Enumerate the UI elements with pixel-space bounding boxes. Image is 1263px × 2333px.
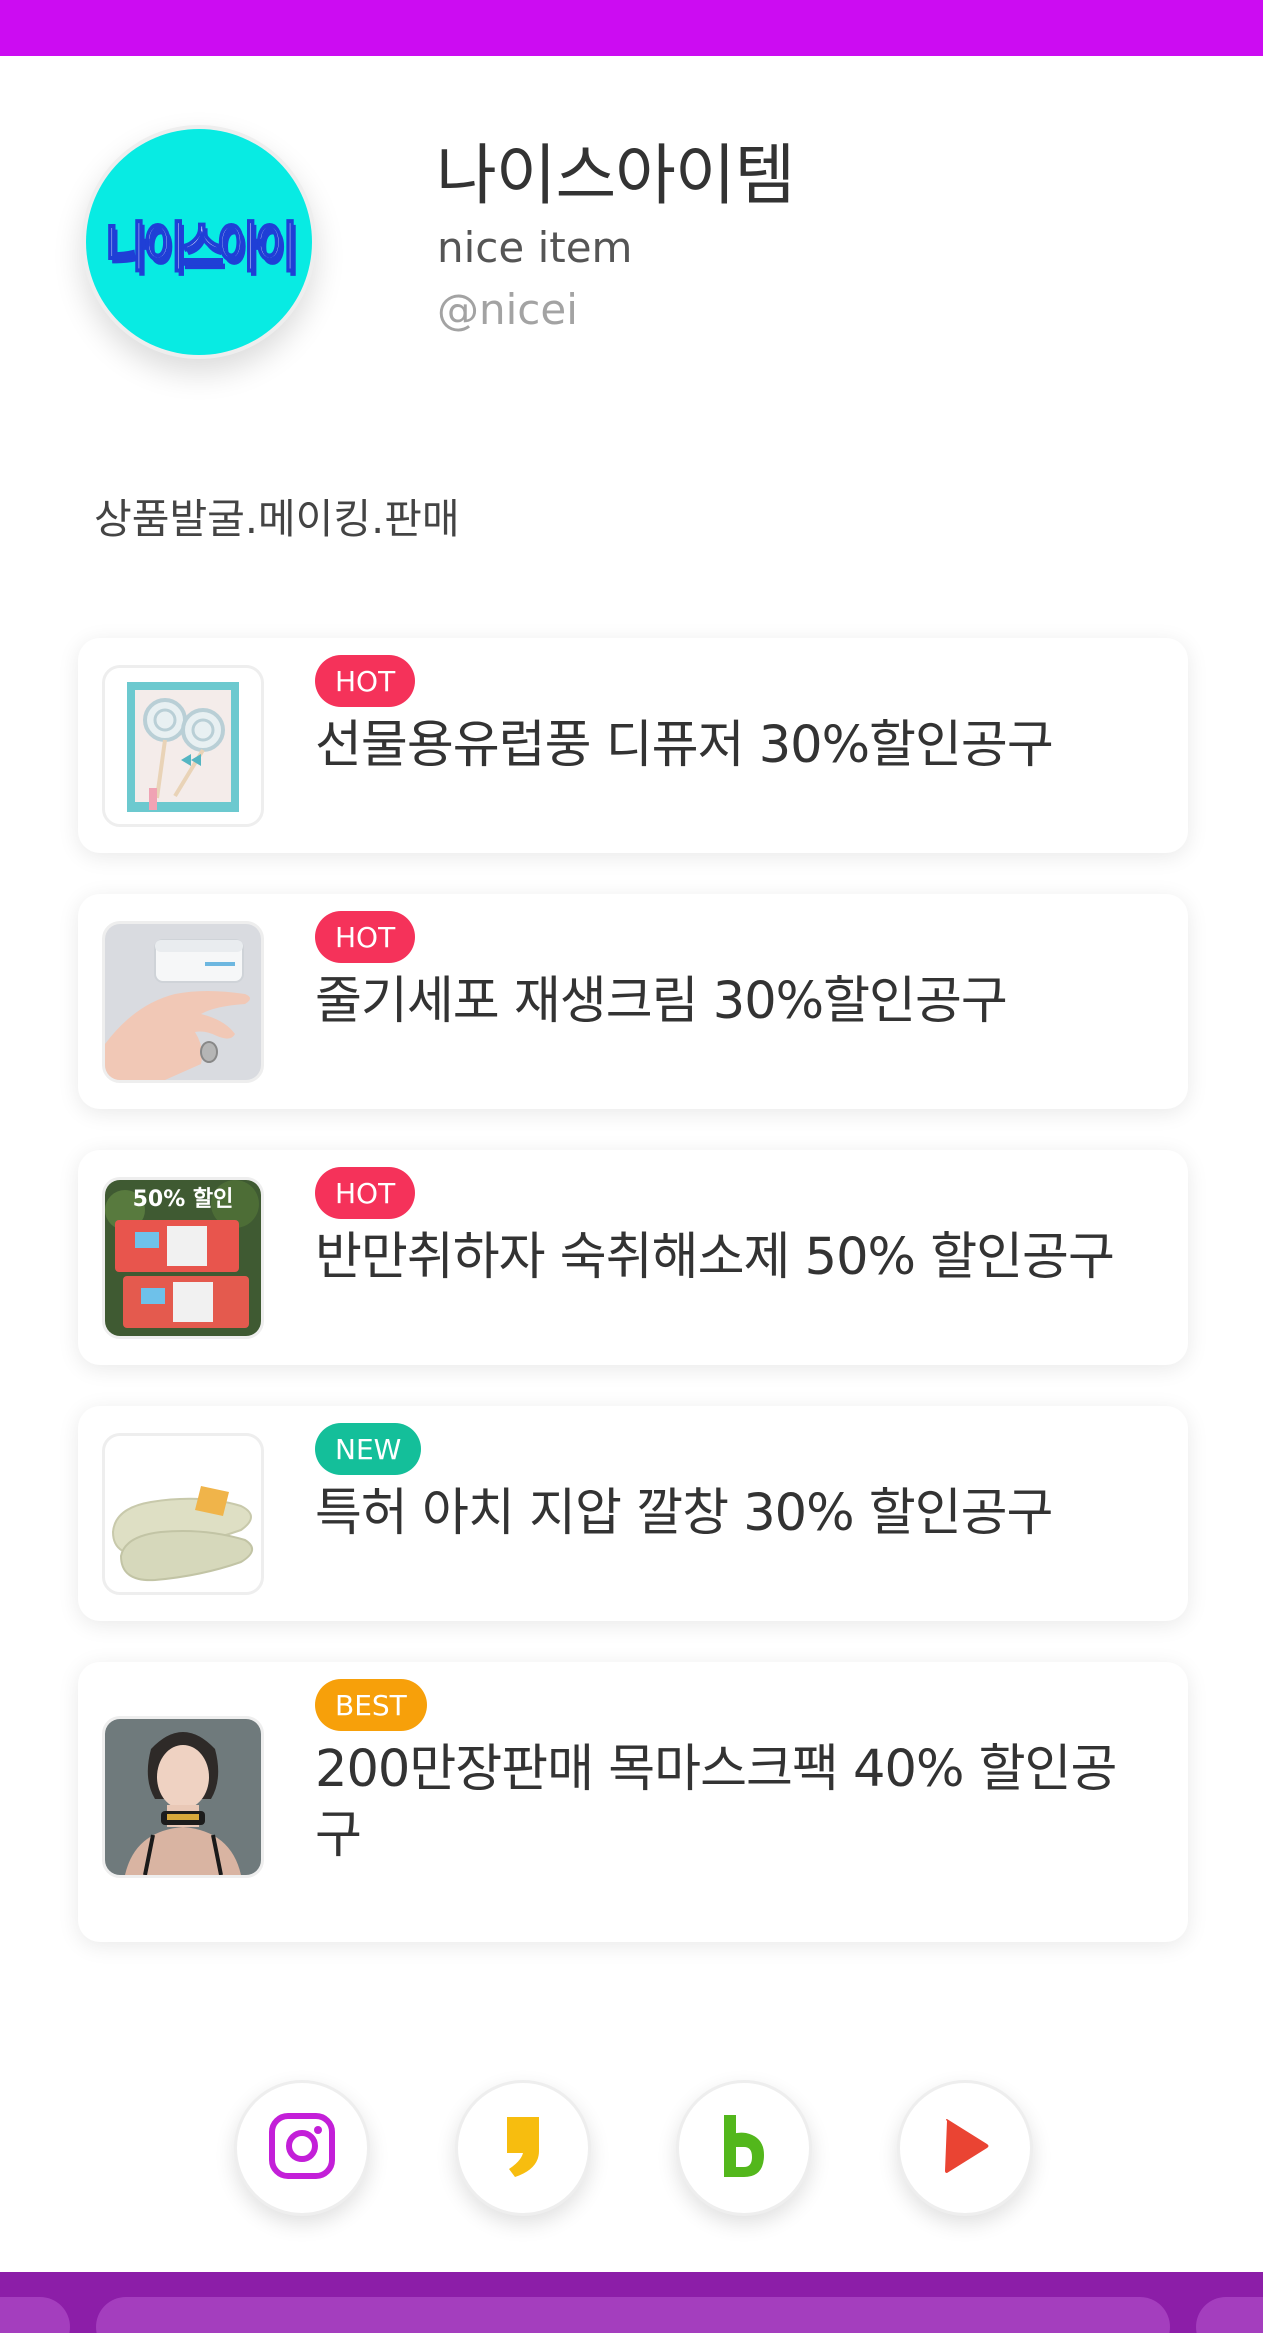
discount-overlay-text: 50% 할인 xyxy=(133,1187,234,1212)
top-accent-bar xyxy=(0,0,1263,56)
link-title: 특허 아치 지압 깔창 30% 할인공구 xyxy=(315,1484,1053,1543)
bottom-bar xyxy=(0,2272,1263,2333)
youtube-button[interactable] xyxy=(897,2080,1033,2216)
lollipop-diffuser-thumbnail xyxy=(102,665,264,827)
band-icon xyxy=(714,2111,774,2185)
hot-badge: HOT xyxy=(315,655,416,707)
link-title: 200만장판매 목마스크팩 40% 할인공구 xyxy=(315,1740,1117,1865)
link-title: 줄기세포 재생크림 30%할인공구 xyxy=(315,972,1008,1031)
profile-handle: @nicei xyxy=(437,285,578,334)
link-title: 반만취하자 숙취해소제 50% 할인공구 xyxy=(315,1228,1115,1287)
instagram-button[interactable] xyxy=(234,2080,370,2216)
link-card[interactable]: HOT 줄기세포 재생크림 30%할인공구 xyxy=(78,894,1188,1109)
avatar-logo: 나이스아이 xyxy=(86,129,312,355)
band-button[interactable] xyxy=(676,2080,812,2216)
new-badge: NEW xyxy=(315,1423,422,1475)
insoles-thumbnail xyxy=(102,1433,264,1595)
neck-mask-thumbnail xyxy=(102,1716,264,1878)
best-badge: BEST xyxy=(315,1679,427,1731)
profile-name: 나이스아이템 xyxy=(436,137,795,214)
cream-jar-thumbnail xyxy=(102,921,264,1083)
link-card[interactable]: NEW 특허 아치 지압 깔창 30% 할인공구 xyxy=(78,1406,1188,1621)
avatar-logo-text: 나이스아이 xyxy=(105,215,299,281)
hangover-remedy-thumbnail: 50% 할인 xyxy=(102,1177,264,1339)
avatar: 나이스아이 xyxy=(82,125,316,359)
profile-subtitle: nice item xyxy=(437,223,633,272)
bottom-pill[interactable] xyxy=(1196,2297,1263,2333)
link-card[interactable]: 50% 할인 HOT 반만취하자 숙취해소제 50% 할인공구 xyxy=(78,1150,1188,1365)
bottom-pill[interactable] xyxy=(96,2297,1170,2333)
link-card[interactable]: HOT 선물용유럽풍 디퓨저 30%할인공구 xyxy=(78,638,1188,853)
bottom-pill[interactable] xyxy=(0,2297,70,2333)
kakao-channel-icon xyxy=(493,2111,553,2185)
link-card[interactable]: BEST 200만장판매 목마스크팩 40% 할인공구 xyxy=(78,1662,1188,1942)
instagram-icon xyxy=(267,2111,337,2185)
kakao-channel-button[interactable] xyxy=(455,2080,591,2216)
play-icon xyxy=(935,2111,995,2185)
hot-badge: HOT xyxy=(315,911,416,963)
link-title: 선물용유럽풍 디퓨저 30%할인공구 xyxy=(315,716,1054,775)
hot-badge: HOT xyxy=(315,1167,416,1219)
profile-bio: 상품발굴.메이킹.판매 xyxy=(94,495,460,543)
